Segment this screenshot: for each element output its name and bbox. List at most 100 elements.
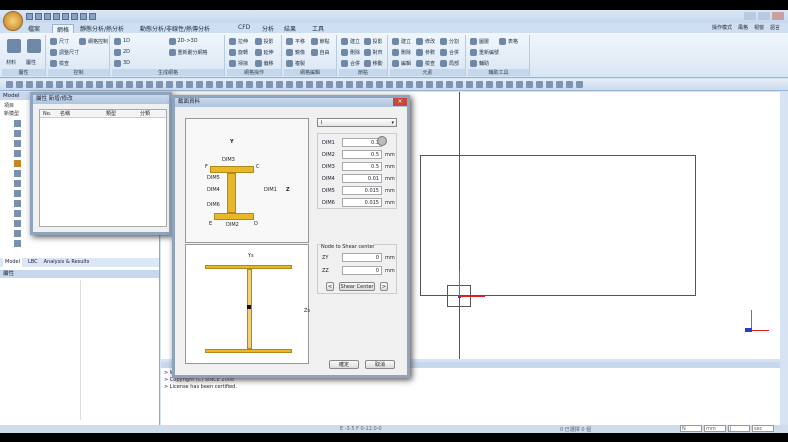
cancel-button[interactable]: 取消 (365, 360, 395, 369)
tree-node-icon[interactable] (14, 120, 21, 127)
toolbar-button-icon[interactable] (346, 81, 353, 88)
ribbon-button-4-1[interactable]: 鏡像 (286, 48, 311, 58)
toolbar-button-icon[interactable] (176, 81, 183, 88)
next-button[interactable]: > (380, 282, 388, 291)
toolbar-button-icon[interactable] (196, 81, 203, 88)
tree-node-icon[interactable] (14, 220, 21, 227)
unit-select-1[interactable]: mm (704, 425, 726, 432)
toolbar-button-icon[interactable] (546, 81, 553, 88)
tab-model[interactable]: Model (3, 258, 23, 267)
import-icon[interactable] (71, 13, 78, 20)
ribbon-button-5-1[interactable]: 刪除 (341, 48, 364, 58)
ribbon-button-6-0[interactable]: 建立 (392, 37, 416, 47)
toolbar-button-icon[interactable] (376, 81, 383, 88)
toolbar-button-icon[interactable] (76, 81, 83, 88)
shear-center-button[interactable]: Shear Center (339, 282, 375, 291)
ribbon-button-2-3[interactable]: 2D->3D (168, 37, 224, 47)
ribbon-button-6-2[interactable]: 編輯 (392, 59, 416, 69)
toolbar-button-icon[interactable] (476, 81, 483, 88)
tab-3[interactable]: 動態分析/非線性/熱傳分析 (140, 24, 210, 33)
maximize-button[interactable] (758, 12, 770, 20)
ribbon-button-1-0[interactable]: 尺寸 (50, 37, 79, 47)
tab-5[interactable]: 分析 (262, 24, 274, 33)
ribbon-button-0-0[interactable]: 材料 (4, 39, 24, 66)
tab-analysis-results[interactable]: Analysis & Results (44, 258, 90, 267)
ribbon-button-4-4[interactable]: 自由 (310, 48, 336, 58)
column-type[interactable]: 類型 (106, 110, 140, 117)
toolbar-button-icon[interactable] (216, 81, 223, 88)
toolbar-button-icon[interactable] (96, 81, 103, 88)
column-no[interactable]: No. (40, 110, 60, 117)
close-button[interactable]: × (393, 98, 407, 106)
ribbon-button-1-1[interactable]: 調整尺寸 (50, 48, 79, 58)
toolbar-button-icon[interactable] (136, 81, 143, 88)
ribbon-button-6-1[interactable]: 刪除 (392, 48, 416, 58)
toolbar-button-icon[interactable] (356, 81, 363, 88)
tree-root[interactable]: 新模型 (4, 110, 19, 117)
ribbon-button-5-2[interactable]: 合併 (341, 59, 364, 69)
toolbar-button-icon[interactable] (6, 81, 13, 88)
toolbar-button-icon[interactable] (556, 81, 563, 88)
tree-node-icon[interactable] (14, 200, 21, 207)
tree-node-icon[interactable] (14, 130, 21, 137)
toolbar-button-icon[interactable] (516, 81, 523, 88)
folder-icon[interactable] (44, 13, 51, 20)
toolbar-button-icon[interactable] (526, 81, 533, 88)
undo-icon[interactable] (80, 13, 87, 20)
dim-2-input[interactable]: 0.5 (342, 150, 382, 159)
dim-4-input[interactable]: 0.01 (342, 174, 382, 183)
toolbar-button-icon[interactable] (36, 81, 43, 88)
tab-7[interactable]: 工具 (312, 24, 324, 33)
toolbar-button-icon[interactable] (236, 81, 243, 88)
open-icon[interactable] (35, 13, 42, 20)
toolbar-button-icon[interactable] (256, 81, 263, 88)
toolbar-button-icon[interactable] (406, 81, 413, 88)
property-table[interactable]: No. 名稱 類型 分類 (39, 109, 167, 227)
toolbar-button-icon[interactable] (366, 81, 373, 88)
dim-5-input[interactable]: 0.015 (342, 186, 382, 195)
toolbar-button-icon[interactable] (146, 81, 153, 88)
toolbar-button-icon[interactable] (486, 81, 493, 88)
column-category[interactable]: 分類 (140, 110, 150, 117)
toolbar-button-icon[interactable] (116, 81, 123, 88)
toolbar-button-icon[interactable] (226, 81, 233, 88)
ribbon-button-6-7[interactable]: 合併 (440, 48, 464, 58)
ribbon-button-2-1[interactable]: 2D (114, 48, 169, 58)
ribbon-button-5-3[interactable]: 投影 (363, 37, 387, 47)
tab-2[interactable]: 靜態分析/熱分析 (80, 24, 124, 33)
toolbar-button-icon[interactable] (206, 81, 213, 88)
dim-6-input[interactable]: 0.015 (342, 198, 382, 207)
toolbar-button-icon[interactable] (46, 81, 53, 88)
ribbon-button-7-0[interactable]: 圖層 (470, 37, 499, 47)
tab-0[interactable]: 檔案 (28, 24, 40, 33)
toolbar-button-icon[interactable] (416, 81, 423, 88)
tree-node-icon[interactable] (14, 170, 21, 177)
dim-3-input[interactable]: 0.5 (342, 162, 382, 171)
tree-node-icon[interactable] (14, 140, 21, 147)
ribbon-button-2-0[interactable]: 1D (114, 37, 169, 47)
ribbon-button-1-2[interactable]: 檢查 (50, 59, 79, 69)
toolbar-button-icon[interactable] (246, 81, 253, 88)
tree-node-icon[interactable] (14, 240, 21, 247)
unit-select-2[interactable]: J (728, 425, 750, 432)
ribbon-button-3-2[interactable]: 掃掠 (229, 59, 255, 69)
ribbon-button-3-5[interactable]: 偏移 (254, 59, 281, 69)
toolbar-button-icon[interactable] (86, 81, 93, 88)
ribbon-button-5-5[interactable]: 移動 (363, 59, 387, 69)
toolbar-button-icon[interactable] (436, 81, 443, 88)
ribbon-button-6-6[interactable]: 分割 (440, 37, 464, 47)
ribbon-button-3-3[interactable]: 投影 (254, 37, 281, 47)
toolbar-button-icon[interactable] (126, 81, 133, 88)
ribbon-button-2-4[interactable]: 重新劃分網格 (168, 48, 224, 58)
toolbar-button-icon[interactable] (296, 81, 303, 88)
tree-node-icon[interactable] (14, 180, 21, 187)
move-icon[interactable] (377, 136, 387, 146)
close-button[interactable] (772, 12, 784, 20)
menu-2[interactable]: 視窗 (754, 24, 764, 31)
toolbar-button-icon[interactable] (456, 81, 463, 88)
toolbar-button-icon[interactable] (316, 81, 323, 88)
menu-1[interactable]: 風格 (738, 24, 748, 31)
toolbar-button-icon[interactable] (186, 81, 193, 88)
ribbon-button-7-2[interactable]: 輔助 (470, 59, 499, 69)
toolbar-button-icon[interactable] (386, 81, 393, 88)
